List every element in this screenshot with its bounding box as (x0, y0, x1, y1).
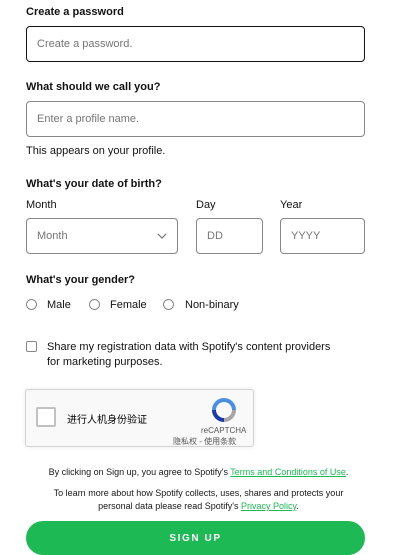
gender-radio-male[interactable] (26, 299, 37, 310)
terms-notice: By clicking on Sign up, you agree to Spo… (0, 466, 397, 479)
privacy-policy-link[interactable]: Privacy Policy (241, 501, 296, 511)
day-placeholder: DD (207, 230, 223, 242)
gender-label: What's your gender? (26, 274, 135, 286)
privacy-line-2: personal data please read Spotify's Priv… (0, 500, 397, 513)
profile-name-label: What should we call you? (26, 81, 161, 93)
recaptcha-terms-link[interactable]: 使用条款 (204, 437, 236, 446)
terms-prefix: By clicking on Sign up, you agree to Spo… (48, 467, 231, 477)
recaptcha-prompt: 进行人机身份验证 (67, 415, 147, 426)
marketing-line-2: for marketing purposes. (47, 356, 163, 368)
recaptcha-links: 隐私权 - 使用条款 (173, 436, 236, 447)
year-input[interactable]: YYYY (280, 218, 365, 254)
day-label: Day (196, 199, 216, 211)
profile-name-placeholder: Enter a profile name. (37, 113, 140, 125)
recaptcha-widget: 进行人机身份验证 reCAPTCHA 隐私权 - 使用条款 (25, 389, 254, 447)
recaptcha-logo-icon (212, 398, 236, 422)
terms-link[interactable]: Terms and Conditions of Use (230, 467, 346, 477)
year-label: Year (280, 199, 303, 211)
privacy-line-1: To learn more about how Spotify collects… (53, 488, 344, 498)
marketing-consent-text[interactable]: Share my registration data with Spotify'… (47, 340, 330, 370)
marketing-checkbox[interactable] (26, 341, 37, 352)
gender-radio-non-binary[interactable] (163, 299, 174, 310)
password-placeholder: Create a password. (37, 38, 133, 50)
marketing-line-1: Share my registration data with Spotify'… (47, 341, 331, 353)
gender-option-male[interactable]: Male (47, 299, 71, 311)
profile-name-input[interactable]: Enter a profile name. (26, 101, 365, 137)
dob-label: What's your date of birth? (26, 178, 162, 190)
privacy-suffix: . (296, 501, 299, 511)
password-label: Create a password (26, 6, 124, 18)
gender-radio-female[interactable] (89, 299, 100, 310)
chevron-down-icon (157, 233, 167, 239)
password-input[interactable]: Create a password. (26, 26, 365, 62)
month-placeholder: Month (37, 230, 68, 242)
profile-name-hint: This appears on your profile. (26, 145, 166, 157)
month-select[interactable]: Month (26, 218, 178, 254)
gender-option-non-binary[interactable]: Non-binary (185, 299, 239, 311)
recaptcha-privacy-link[interactable]: 隐私权 (173, 437, 197, 446)
recaptcha-brand: reCAPTCHA (201, 426, 247, 435)
month-label: Month (26, 199, 57, 211)
privacy-prefix: personal data please read Spotify's (98, 501, 241, 511)
terms-suffix: . (345, 467, 349, 477)
recaptcha-checkbox[interactable] (36, 407, 56, 427)
day-input[interactable]: DD (196, 218, 263, 254)
gender-option-female[interactable]: Female (110, 299, 147, 311)
privacy-notice: To learn more about how Spotify collects… (0, 487, 397, 513)
year-placeholder: YYYY (291, 230, 321, 242)
